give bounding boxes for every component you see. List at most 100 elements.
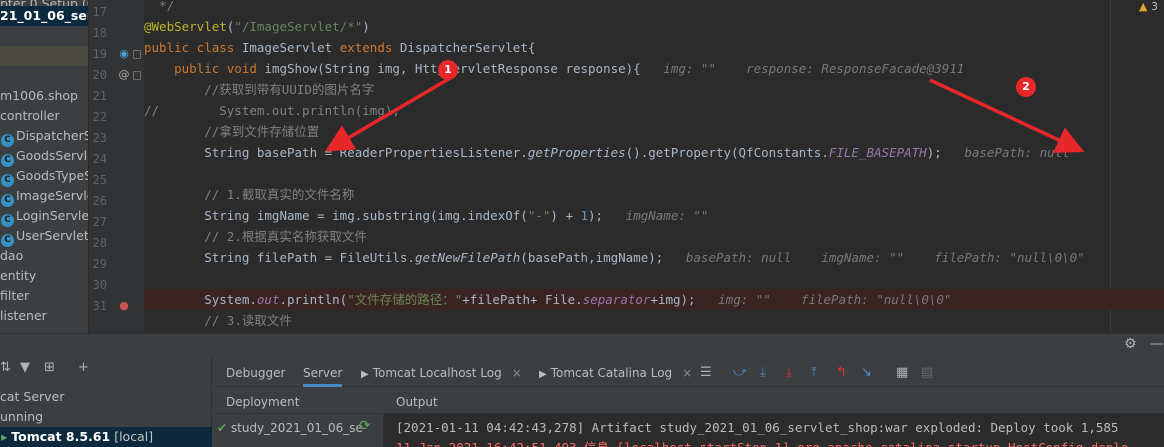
service-group-tomcat-server[interactable]: cat Server (0, 387, 212, 407)
override-icon[interactable]: @ (117, 68, 131, 82)
code-token: "/ImageServlet/*" (234, 19, 363, 34)
code-line[interactable]: //拿到文件存储位置 (144, 121, 1164, 142)
deployment-header: Deployment Output (213, 390, 1164, 414)
project-tree-item[interactable] (0, 46, 88, 66)
output-console[interactable]: [2021-01-11 04:42:43,278] Artifact study… (383, 414, 1164, 447)
close-icon[interactable]: × (682, 366, 692, 380)
code-token: String imgName = img.substring(img.index… (144, 208, 528, 223)
code-line[interactable]: public void imgShow(String img, HttpServ… (144, 58, 1164, 79)
project-tree-item[interactable]: C LoginServlet (0, 206, 88, 227)
project-tree-item[interactable]: m1006.shop (0, 86, 88, 106)
code-token: String basePath = ReaderPropertiesListen… (144, 145, 528, 160)
redeploy-icon[interactable]: ⟳ (359, 418, 371, 434)
settings-icon[interactable]: ⚙ (1124, 336, 1137, 352)
tab-label: Tomcat Catalina Log (550, 366, 673, 380)
menu-icon[interactable]: ☰ (700, 365, 712, 380)
force-step-into-icon[interactable]: ⤓ (786, 365, 792, 380)
line-number: 28 (92, 236, 107, 250)
fold-marker-icon[interactable] (133, 50, 141, 59)
output-column: Output (396, 395, 438, 409)
project-tree-item[interactable]: filter (0, 286, 88, 306)
project-tree-item[interactable] (0, 26, 88, 46)
line-number: 29 (92, 257, 107, 271)
close-icon[interactable]: × (512, 366, 522, 380)
line-number: 21 (92, 89, 107, 103)
code-line[interactable]: //获取到带有UUID的图片名字 (144, 79, 1164, 100)
server-tabs: Debugger Server ▶ Tomcat Localhost Log × ▶… (213, 360, 1164, 387)
code-line[interactable]: @WebServlet("/ImageServlet/*") (144, 16, 1164, 37)
inline-debug-value: basePath: null (941, 145, 1070, 160)
show-execution-point-icon[interactable]: ⤻ (733, 365, 747, 380)
step-over-icon[interactable]: ⤓ (760, 365, 766, 380)
code-token: +filePath+ File. (462, 292, 583, 307)
code-line[interactable]: // 1.截取真实的文件名称 (144, 184, 1164, 205)
code-editor[interactable]: ▲ 3 */@WebServlet("/ImageServlet/*") publ… (144, 0, 1164, 333)
service-group-running[interactable]: unning (0, 407, 212, 427)
code-line[interactable] (144, 268, 1164, 289)
project-tree-label: UserServlet (16, 228, 88, 243)
project-tree-item[interactable]: controller (0, 106, 88, 126)
code-token: getNewFilePath (414, 250, 521, 265)
annotation-badge-2: 2 (1016, 77, 1036, 97)
project-tree-item[interactable]: C ImageServle (0, 186, 88, 207)
minimize-icon[interactable]: — (1150, 336, 1164, 352)
line-number: 25 (92, 173, 107, 187)
breakpoint-icon[interactable]: ● (117, 299, 131, 313)
project-tree-item[interactable]: entity (0, 266, 88, 286)
code-line[interactable]: System.out.println("文件存储的路径："+filePath+ … (144, 289, 1164, 310)
code-line[interactable]: String basePath = ReaderPropertiesListen… (144, 142, 1164, 163)
tab-debugger[interactable]: Debugger (226, 360, 285, 387)
code-token: String filePath = FileUtils. (144, 250, 415, 265)
evaluate-icon[interactable]: ▦ (896, 365, 908, 380)
project-tree-item[interactable]: C GoodsServle (0, 146, 88, 167)
code-token: ) + (550, 208, 581, 223)
tab-label: Tomcat Localhost Log (372, 366, 502, 380)
line-number: 17 (92, 5, 107, 19)
line-number: 30 (92, 278, 107, 292)
code-line[interactable]: String imgName = img.substring(img.index… (144, 205, 1164, 226)
code-token: //拿到文件存储位置 (144, 124, 320, 139)
code-line[interactable]: // 3.读取文件 (144, 310, 1164, 331)
project-tree-item[interactable]: C GoodsTypeS (0, 166, 88, 187)
add-service-icon[interactable]: + (78, 360, 89, 375)
project-tree-item[interactable]: CDispatcherSe (0, 126, 88, 147)
filter-icon[interactable]: ▼ (20, 360, 30, 375)
group-icon[interactable]: ⊞ (44, 360, 55, 375)
inline-debug-value: basePath: null imgName: "" filePath: "nu… (663, 250, 1085, 265)
implemented-icon[interactable]: ◉ (117, 47, 131, 61)
code-token: 1 (580, 208, 589, 223)
step-out-icon[interactable]: ⤒ (811, 365, 817, 380)
tab-server[interactable]: Server (303, 360, 343, 387)
service-group-label: cat Server (0, 389, 65, 404)
code-token: ().getProperty(QfConstants. (625, 145, 829, 160)
code-line[interactable]: // 2.根据真实名称获取文件 (144, 226, 1164, 247)
code-line[interactable]: // System.out.println(img); (144, 100, 1164, 121)
service-tomcat-local[interactable]: ▸ Tomcat 8.5.61 [local] (0, 427, 212, 447)
deployment-item[interactable]: ✔ study_2021_01_06_se (213, 418, 363, 438)
panel-header: ⚙ — (0, 334, 1164, 356)
code-line[interactable]: String filePath = FileUtils.getNewFilePa… (144, 247, 1164, 268)
run-status-icon: ▸ (1, 429, 8, 444)
code-token: //获取到带有UUID的图片名字 (144, 82, 375, 97)
run-to-cursor-icon[interactable]: ↘ (861, 365, 872, 380)
code-line[interactable]: public class ImageServlet extends Dispat… (144, 37, 1164, 58)
code-token: ImageServlet (241, 40, 340, 55)
project-tree-item[interactable]: dao (0, 246, 88, 266)
project-tree-item[interactable]: listener (0, 306, 88, 326)
line-number: 31 (92, 299, 107, 313)
code-line[interactable]: */ (144, 0, 1164, 16)
drop-frame-icon[interactable]: ↰ (836, 365, 847, 380)
code-line[interactable] (144, 163, 1164, 184)
collapse-icon[interactable]: ⇅ (0, 360, 11, 375)
tab-tomcat-catalina-log[interactable]: ▶ Tomcat Catalina Log × (539, 360, 692, 387)
tab-tomcat-localhost-log[interactable]: ▶ Tomcat Localhost Log × (361, 360, 522, 387)
code-token: // System.out.println(img); (144, 103, 400, 118)
project-tree-item[interactable]: 21_01_06_servl (0, 6, 88, 26)
line-number: 18 (92, 26, 107, 40)
code-token: ) (362, 19, 370, 34)
project-tree-item[interactable]: C UserServlet (0, 226, 88, 247)
grid-icon[interactable]: ▤ (921, 365, 933, 380)
fold-marker-icon[interactable] (133, 71, 141, 80)
code-token: // 1.截取真实的文件名称 (144, 187, 355, 202)
code-token: public class (144, 40, 242, 55)
